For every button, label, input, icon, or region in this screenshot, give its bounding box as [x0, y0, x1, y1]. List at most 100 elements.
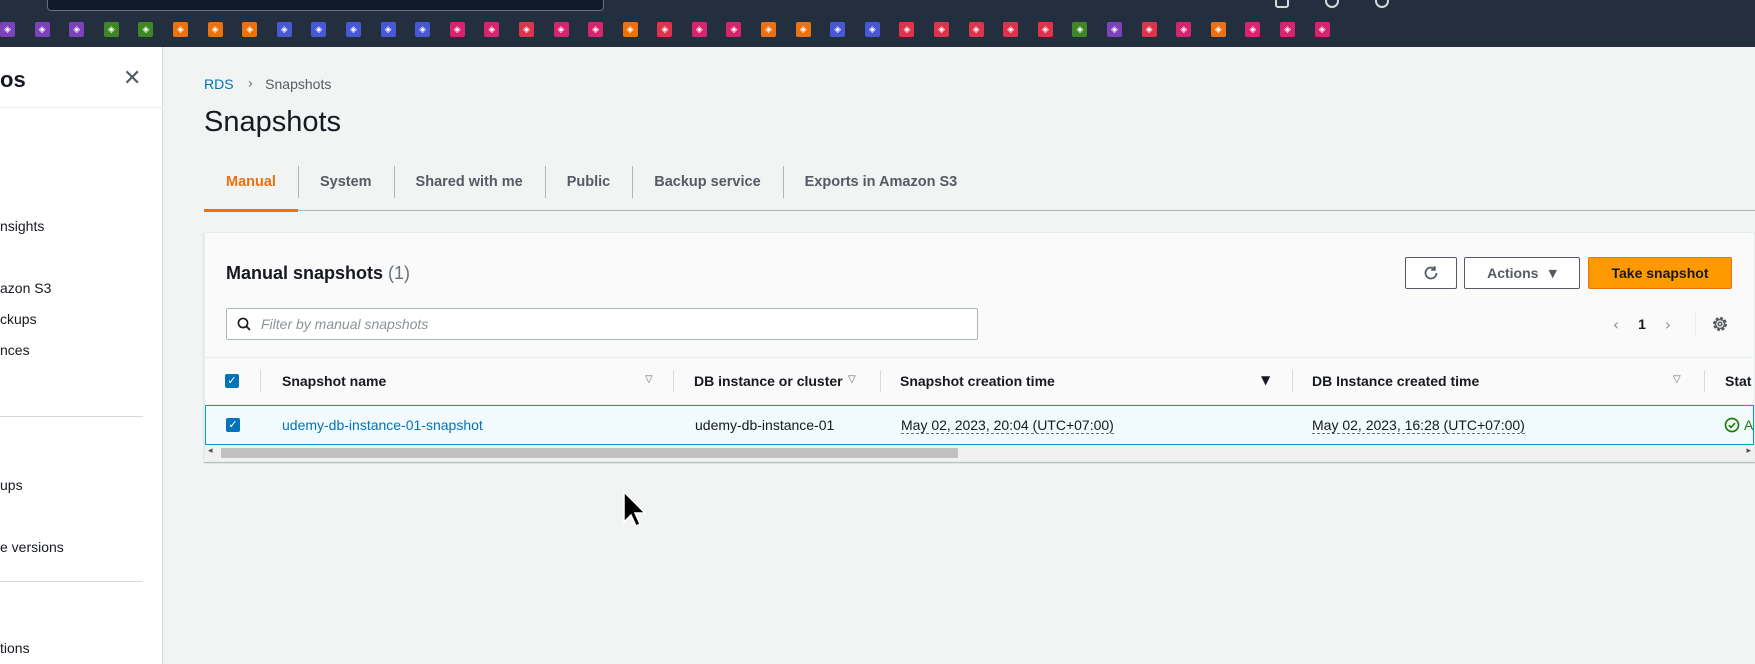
- chevron-left-icon[interactable]: ‹: [1605, 315, 1627, 334]
- favorite-service-icon[interactable]: ◈: [34, 22, 50, 37]
- favorite-service-icon[interactable]: ◈: [968, 22, 984, 37]
- favorite-service-icon[interactable]: ◈: [138, 22, 154, 37]
- favorite-service-icon[interactable]: ◈: [172, 22, 188, 37]
- favorite-service-icon[interactable]: ◈: [311, 22, 327, 37]
- tab-public[interactable]: Public: [544, 162, 633, 211]
- snapshot-tabs: Manual System Shared with me Public Back…: [204, 162, 1755, 212]
- tab-system[interactable]: System: [297, 162, 394, 211]
- mouse-cursor-icon: [623, 490, 647, 528]
- breadcrumb-current: Snapshots: [265, 76, 332, 92]
- global-search-input[interactable]: [47, 0, 604, 11]
- column-divider: [260, 370, 261, 392]
- sidebar-item-option-groups[interactable]: ups: [0, 477, 23, 493]
- sidebar-item-reserved-instances[interactable]: nces: [0, 342, 30, 358]
- horizontal-scrollbar[interactable]: ◂ ▸: [205, 445, 1754, 461]
- favorite-service-icon[interactable]: ◈: [0, 22, 15, 37]
- favorite-service-icon[interactable]: ◈: [276, 22, 292, 37]
- favorite-service-icon[interactable]: ◈: [207, 22, 223, 37]
- gear-icon[interactable]: [1710, 314, 1730, 334]
- column-header-db-instance-created-time[interactable]: DB Instance created time: [1312, 358, 1479, 404]
- favorite-service-icon[interactable]: ◈: [1279, 22, 1295, 37]
- take-snapshot-button[interactable]: Take snapshot: [1588, 257, 1732, 289]
- sidebar-item-automated-backups[interactable]: ckups: [0, 311, 37, 327]
- select-all-checkbox[interactable]: ✓: [225, 374, 239, 388]
- filter-input[interactable]: [261, 316, 961, 332]
- favorite-service-icon[interactable]: ◈: [415, 22, 431, 37]
- sidebar-item-exports-s3[interactable]: azon S3: [0, 280, 51, 296]
- column-header-snapshot-name[interactable]: Snapshot name: [282, 358, 386, 404]
- favorite-service-icon[interactable]: ◈: [380, 22, 396, 37]
- favorite-service-icon[interactable]: ◈: [1072, 22, 1088, 37]
- favorite-service-icon[interactable]: ◈: [103, 22, 119, 37]
- favorite-service-icon[interactable]: ◈: [1245, 22, 1261, 37]
- column-header-db-instance[interactable]: DB instance or cluster: [694, 358, 843, 404]
- favorite-service-icon[interactable]: ◈: [761, 22, 777, 37]
- column-header-snapshot-creation-time[interactable]: Snapshot creation time: [900, 358, 1055, 404]
- notifications-icon[interactable]: [1325, 0, 1339, 8]
- sidebar-item-recommendations[interactable]: tions: [0, 640, 30, 656]
- scrollbar-thumb[interactable]: [221, 448, 958, 458]
- scroll-left-icon[interactable]: ◂: [208, 446, 213, 456]
- refresh-button[interactable]: [1405, 257, 1457, 289]
- favorite-service-icon[interactable]: ◈: [1107, 22, 1122, 37]
- favorite-service-icon[interactable]: ◈: [795, 22, 811, 37]
- favorite-service-icon[interactable]: ◈: [1003, 22, 1019, 37]
- panel-header: Manual snapshots (1) Actions ▼ Take snap…: [205, 233, 1754, 357]
- page-number[interactable]: 1: [1627, 316, 1657, 332]
- snapshot-creation-time-cell[interactable]: May 02, 2023, 20:04 (UTC+07:00): [901, 417, 1114, 434]
- breadcrumb-link-rds[interactable]: RDS: [204, 76, 234, 92]
- favorite-service-icon[interactable]: ◈: [345, 22, 361, 37]
- cloudshell-icon[interactable]: [1275, 0, 1289, 8]
- favorite-service-icon[interactable]: ◈: [1210, 22, 1226, 37]
- table-row[interactable]: ✓ udemy-db-instance-01-snapshot udemy-db…: [205, 405, 1754, 445]
- favorite-service-icon[interactable]: ◈: [726, 22, 742, 37]
- favorite-service-icon[interactable]: ◈: [899, 22, 915, 37]
- page-title: Snapshots: [204, 106, 342, 138]
- favorite-service-icon[interactable]: ◈: [1037, 22, 1053, 37]
- sort-icon[interactable]: ▽: [645, 374, 653, 385]
- favorite-service-icon[interactable]: ◈: [622, 22, 638, 37]
- favorite-service-icon[interactable]: ◈: [69, 22, 85, 37]
- close-icon[interactable]: ✕: [123, 68, 143, 90]
- snapshot-name-link[interactable]: udemy-db-instance-01-snapshot: [282, 406, 483, 444]
- favorite-service-icon[interactable]: ◈: [553, 22, 569, 37]
- db-instance-created-time-cell[interactable]: May 02, 2023, 16:28 (UTC+07:00): [1312, 417, 1525, 434]
- favorite-service-icon[interactable]: ◈: [1141, 22, 1157, 37]
- row-checkbox[interactable]: ✓: [226, 418, 240, 432]
- filter-field[interactable]: [226, 308, 978, 340]
- favorite-service-icon[interactable]: ◈: [657, 22, 673, 37]
- sort-icon[interactable]: ▽: [848, 374, 856, 385]
- favorite-service-icon[interactable]: ◈: [449, 22, 465, 37]
- favorite-service-icon[interactable]: ◈: [1176, 22, 1192, 37]
- favorite-service-icon[interactable]: ◈: [864, 22, 880, 37]
- actions-dropdown[interactable]: Actions ▼: [1464, 257, 1580, 289]
- tab-backup-service[interactable]: Backup service: [632, 162, 782, 211]
- favorite-service-icon[interactable]: ◈: [830, 22, 846, 37]
- tab-shared-with-me[interactable]: Shared with me: [393, 162, 545, 211]
- panel-title-text: Manual snapshots: [226, 263, 384, 283]
- favorite-service-icon[interactable]: ◈: [934, 22, 950, 37]
- favorite-service-icon[interactable]: ◈: [588, 22, 604, 37]
- panel-title: Manual snapshots (1): [226, 263, 410, 284]
- tab-manual[interactable]: Manual: [204, 162, 298, 212]
- sidebar-item-performance-insights[interactable]: nsights: [0, 218, 44, 234]
- column-header-status[interactable]: Stat: [1725, 358, 1751, 404]
- actions-label: Actions: [1487, 265, 1539, 281]
- chevron-right-icon[interactable]: ›: [1657, 315, 1679, 334]
- pagination: ‹ 1 ›: [1605, 313, 1679, 335]
- favorite-service-icon[interactable]: ◈: [518, 22, 534, 37]
- favorite-service-icon[interactable]: ◈: [1314, 22, 1330, 37]
- scroll-right-icon[interactable]: ▸: [1746, 446, 1751, 456]
- sidebar-divider: [0, 107, 163, 108]
- tab-exports-s3[interactable]: Exports in Amazon S3: [782, 162, 980, 211]
- favorite-service-icon[interactable]: ◈: [691, 22, 707, 37]
- favorite-service-icon[interactable]: ◈: [484, 22, 500, 37]
- favorite-service-icon[interactable]: ◈: [242, 22, 258, 37]
- help-icon[interactable]: [1375, 0, 1389, 8]
- sort-descending-icon[interactable]: ▼: [1261, 373, 1270, 387]
- sidebar-divider: [0, 581, 143, 582]
- top-navigation-bar: ◈ ◈ ◈ ◈ ◈ ◈ ◈ ◈ ◈ ◈ ◈ ◈ ◈ ◈ ◈ ◈ ◈ ◈ ◈ ◈ ◈ ◈ ◈ ◈ ◈ ◈ ◈ ◈ ◈ ◈ ◈ ◈ ◈ ◈ ◈ ◈ ◈ ◈ ◈: [0, 0, 1755, 47]
- topbar-right-controls: [1235, 0, 1755, 10]
- sort-icon[interactable]: ▽: [1673, 374, 1681, 385]
- sidebar-item-custom-engine-versions[interactable]: e versions: [0, 539, 64, 555]
